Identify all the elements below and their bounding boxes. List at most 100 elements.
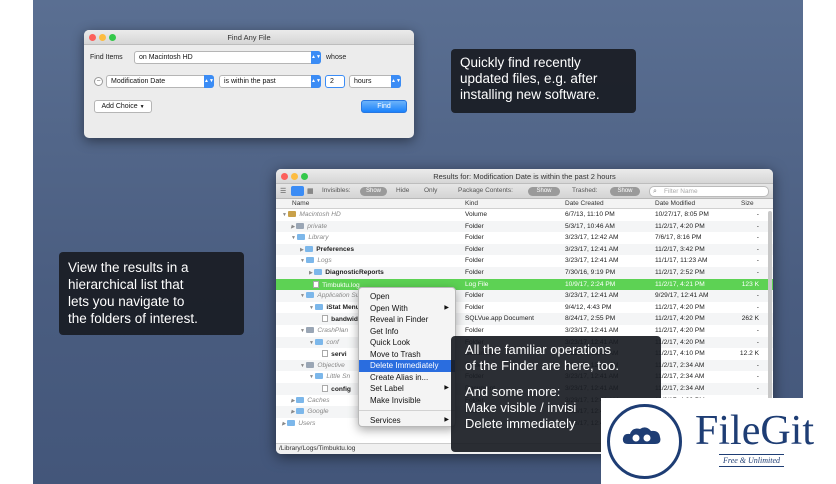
add-choice-button[interactable]: Add Choice ▼ [94,100,152,113]
table-row[interactable]: ▶ DiagnosticReports Folder 7/30/16, 9:19 P… [276,266,773,279]
row-created: 3/23/17, 12:41 AM [565,245,619,253]
amount-input[interactable]: 2 [325,75,345,88]
row-name: ▼ Little Sn [309,373,350,380]
row-name-text: Preferences [316,245,354,253]
row-modified: 11/2/17, 4:21 PM [655,280,705,288]
row-name-text: servi [331,351,347,359]
row-name: ▶ Caches [291,396,330,404]
column-date-created[interactable]: Date Created [565,200,604,207]
hide-option[interactable]: Hide [396,187,409,194]
menu-item-open[interactable]: Open [359,291,455,303]
table-row[interactable]: Timbuktu.log Log File 10/9/17, 2:24 PM 11/2… [276,278,773,291]
results-window-titlebar: Results for: Modification Date is within… [276,169,773,184]
close-icon[interactable] [89,34,96,41]
submenu-arrow-icon: ▶ [444,417,449,423]
menu-item-get-info[interactable]: Get Info [359,326,455,338]
operator-popup[interactable]: is within the past ▲▼ [219,75,321,88]
filegit-logo: FileGit Free & Unlimited [601,398,836,484]
table-row[interactable]: ▶ Preferences Folder 3/23/17, 12:41 AM 11/2… [276,243,773,256]
filter-name-input[interactable]: ⌕ Filter Name [649,186,769,197]
table-row[interactable]: ▼ CrashPlan Folder 3/23/17, 12:41 AM 11/2/1… [276,325,773,337]
row-created: 10/9/17, 2:24 PM [565,280,616,288]
list-view-icon[interactable]: ☰ [280,187,286,195]
chevron-updown-icon: ▲▼ [311,51,321,64]
invisibles-show-button[interactable]: Show [360,187,387,196]
menu-item-make-invisible[interactable]: Make Invisible [359,395,455,407]
row-name-text: Google [307,408,329,416]
table-row[interactable]: ▶ private Folder 5/3/17, 10:46 AM 11/2/17, … [276,220,773,233]
row-kind: Log File [465,280,489,288]
table-row[interactable]: ▼ Logs Folder 3/23/17, 12:41 AM 11/1/17, 11… [276,255,773,267]
close-icon[interactable] [281,173,288,180]
location-popup[interactable]: on Macintosh HD ▲▼ [134,51,321,64]
menu-item-reveal-in-finder[interactable]: Reveal in Finder [359,314,455,326]
callout-line: View the results in a [68,260,189,275]
find-items-label: Find Items [90,54,123,61]
context-menu: Open Open With ▶ Reveal in Finder Get Info Qu… [358,287,456,427]
menu-item-services[interactable]: Services ▶ [359,415,455,427]
row-size: - [756,245,759,253]
minimize-icon[interactable] [291,173,298,180]
menu-item-delete-immediately[interactable]: Delete Immediately [359,360,455,372]
menu-item-open-with[interactable]: Open With ▶ [359,303,455,315]
column-date-modified[interactable]: Date Modified [655,200,695,207]
document-icon [322,384,329,392]
location-value: on Macintosh HD [139,54,193,61]
row-size: - [756,257,759,265]
only-option[interactable]: Only [424,187,437,194]
row-name-text: Logs [317,257,332,265]
folder-icon [314,268,323,275]
zoom-icon[interactable] [301,173,308,180]
table-row[interactable]: ▼ iStat Menu Folder 9/4/12, 4:43 PM 11/2/17… [276,302,773,314]
menu-item-create-alias-in[interactable]: Create Alias in... [359,372,455,384]
row-size: - [756,373,759,381]
row-name-text: bandwid [331,316,358,324]
submenu-arrow-icon: ▶ [444,304,449,311]
table-row[interactable]: ▼ Library Folder 3/23/17, 12:42 AM 7/6/17, … [276,232,773,244]
hierarchy-view-icon[interactable] [291,186,304,196]
row-name: config [318,384,351,393]
row-kind: Folder [465,303,484,311]
chevron-updown-icon: ▲▼ [391,75,401,88]
row-name-text: Objective [317,361,345,369]
find-button[interactable]: Find [361,100,407,113]
callout-line: updated files, e.g. after [460,71,598,86]
table-row[interactable]: bandwid SQLVue.app Document 8/24/17, 2:55 … [276,313,773,325]
trashed-label: Trashed: [572,187,598,194]
minimize-icon[interactable] [99,34,106,41]
trashed-show-button[interactable]: Show [610,187,640,196]
menu-item-quick-look[interactable]: Quick Look [359,337,455,349]
grid-view-icon[interactable]: ▦ [307,187,314,195]
row-name: ▼ Library [291,234,329,241]
menu-item-set-label[interactable]: Set Label ▶ [359,383,455,395]
callout-line: lets you navigate to [68,294,185,309]
folder-icon [296,408,305,415]
criterion-value: Modification Date [111,78,166,85]
zoom-icon[interactable] [109,34,116,41]
column-kind[interactable]: Kind [465,200,478,207]
table-row[interactable]: ▼ Application Su Folder 3/23/17, 12:41 AM 9… [276,290,773,302]
folder-icon [305,245,314,252]
row-created: 8/24/17, 2:55 PM [565,315,616,323]
row-kind: Folder [465,222,484,230]
row-name-text: DiagnosticReports [325,268,384,276]
package-show-button[interactable]: Show [528,187,560,196]
menu-item-move-to-trash[interactable]: Move to Trash [359,349,455,361]
row-size: - [756,222,759,230]
unit-popup[interactable]: hours ▲▼ [349,75,401,88]
find-window-title: Find Any File [227,33,271,42]
chevron-down-icon: ▼ [139,104,145,110]
folder-icon [296,222,305,229]
row-kind: Folder [465,234,484,242]
cloud-icon [622,427,661,444]
row-name-text: Macintosh HD [299,211,341,218]
callout-hierarchical: View the results in a hierarchical list … [59,252,244,335]
column-name[interactable]: Name [292,200,309,207]
column-size[interactable]: Size [741,200,754,207]
criterion-popup[interactable]: Modification Date ▲▼ [106,75,214,88]
callout-line: of the Finder are here, too. [465,358,619,373]
remove-criterion-button[interactable]: − [94,77,103,86]
row-name: ▼ Logs [300,257,332,264]
table-row[interactable]: ▼ Macintosh HD Volume 6/7/13, 11:10 PM 10/2… [276,209,773,221]
row-modified: 11/2/17, 2:34 AM [655,384,705,392]
